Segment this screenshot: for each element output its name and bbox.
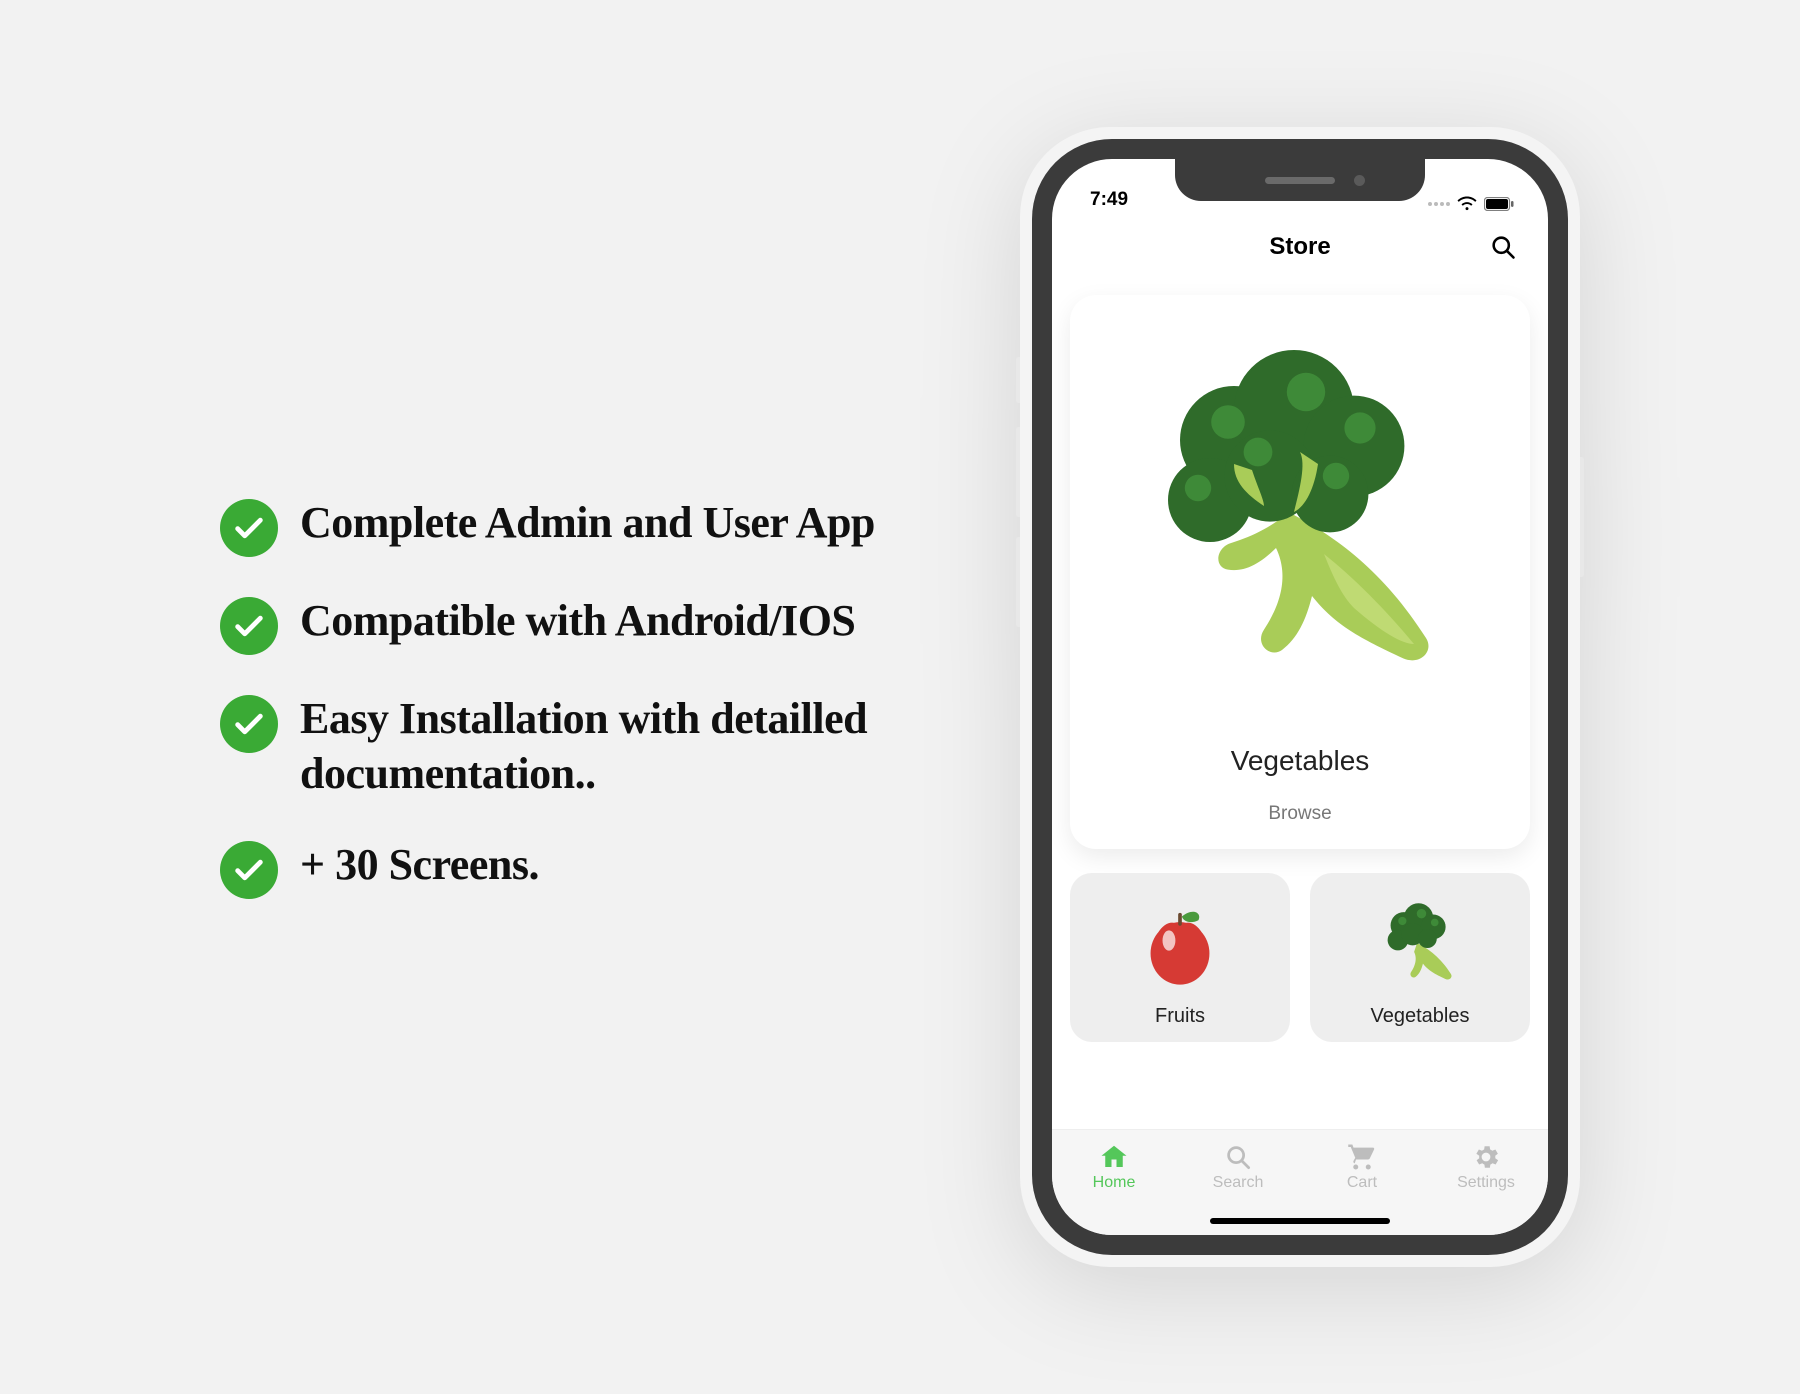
category-tile-fruits[interactable]: Fruits	[1070, 873, 1290, 1042]
phone-mockup: 7:49 Store	[1020, 127, 1580, 1267]
category-tiles: Fruits	[1070, 873, 1530, 1042]
check-icon	[220, 499, 278, 557]
feature-text: Complete Admin and User App	[300, 495, 875, 550]
hero-card[interactable]: Vegetables Browse	[1070, 295, 1530, 849]
nav-label: Search	[1213, 1174, 1264, 1192]
feature-list: Complete Admin and User App Compatible w…	[220, 495, 940, 899]
broccoli-icon	[1120, 344, 1480, 704]
nav-label: Home	[1093, 1174, 1136, 1192]
nav-home[interactable]: Home	[1052, 1142, 1176, 1192]
promo-layout: Complete Admin and User App Compatible w…	[0, 0, 1800, 1394]
page-title: Store	[1269, 233, 1330, 261]
home-indicator	[1210, 1218, 1390, 1224]
nav-label: Cart	[1347, 1174, 1377, 1192]
hero-action[interactable]: Browse	[1084, 803, 1516, 825]
app-header: Store	[1052, 219, 1548, 275]
status-icons	[1428, 196, 1514, 211]
gear-icon	[1471, 1142, 1501, 1172]
phone-screen: 7:49 Store	[1052, 159, 1548, 1235]
search-button[interactable]	[1486, 230, 1520, 264]
apple-icon	[1134, 900, 1226, 992]
search-icon	[1489, 233, 1517, 261]
battery-icon	[1484, 197, 1514, 211]
wifi-icon	[1457, 196, 1477, 211]
fruits-image	[1080, 891, 1280, 1001]
check-icon	[220, 695, 278, 753]
feature-item: Complete Admin and User App	[220, 495, 940, 557]
feature-item: + 30 Screens.	[220, 837, 940, 899]
search-icon	[1223, 1142, 1253, 1172]
tile-label: Vegetables	[1320, 1005, 1520, 1028]
cart-icon	[1347, 1142, 1377, 1172]
nav-label: Settings	[1457, 1174, 1515, 1192]
nav-cart[interactable]: Cart	[1300, 1142, 1424, 1192]
hero-image	[1084, 309, 1516, 739]
nav-settings[interactable]: Settings	[1424, 1142, 1548, 1192]
feature-text: Easy Installation with detailled documen…	[300, 691, 940, 801]
status-time: 7:49	[1086, 189, 1128, 211]
nav-search[interactable]: Search	[1176, 1142, 1300, 1192]
feature-item: Easy Installation with detailled documen…	[220, 691, 940, 801]
signal-icon	[1428, 202, 1450, 206]
broccoli-icon	[1374, 900, 1466, 992]
feature-item: Compatible with Android/IOS	[220, 593, 940, 655]
phone-notch	[1175, 159, 1425, 201]
feature-text: Compatible with Android/IOS	[300, 593, 855, 648]
home-icon	[1099, 1142, 1129, 1172]
category-tile-vegetables[interactable]: Vegetables	[1310, 873, 1530, 1042]
feature-text: + 30 Screens.	[300, 837, 539, 892]
tile-label: Fruits	[1080, 1005, 1280, 1028]
check-icon	[220, 841, 278, 899]
vegetables-image	[1320, 891, 1520, 1001]
check-icon	[220, 597, 278, 655]
hero-title: Vegetables	[1084, 745, 1516, 777]
